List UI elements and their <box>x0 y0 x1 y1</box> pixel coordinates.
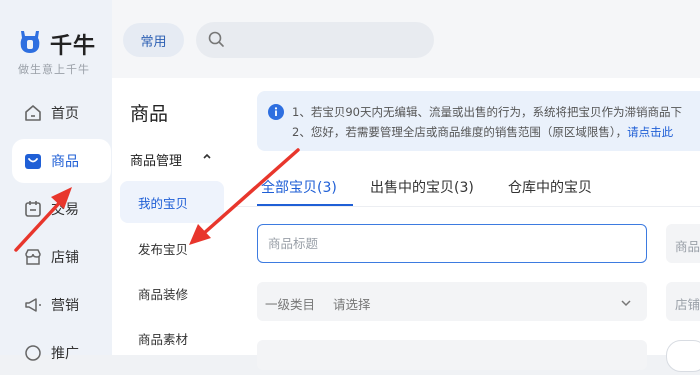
chevron-down-icon <box>621 300 631 307</box>
menu-group-goods-management[interactable]: 商品管理 <box>130 150 182 169</box>
shop-filter-field[interactable]: 店铺 <box>666 282 700 321</box>
tab-on-sale[interactable]: 出售中的宝贝(3) <box>370 177 474 197</box>
nav-item-label: 营销 <box>51 298 79 314</box>
filter-field[interactable] <box>257 340 647 370</box>
notice-line-2-text: 2、您好，若需要管理全店或商品维度的销售范围（原区域限售）， <box>292 125 628 139</box>
nav-item-home[interactable]: 首页 <box>12 91 111 135</box>
notice-line-2: 2、您好，若需要管理全店或商品维度的销售范围（原区域限售），请点击此 <box>292 124 673 140</box>
shop-icon <box>25 249 41 265</box>
submenu-label: 发布宝贝 <box>138 241 189 257</box>
submenu-my-items[interactable]: 我的宝贝 <box>120 181 224 223</box>
brand-name: 千牛 <box>50 34 97 59</box>
tab-in-warehouse[interactable]: 仓库中的宝贝 <box>508 177 592 197</box>
goods-icon <box>25 154 41 169</box>
notice-banner <box>257 91 700 151</box>
nav-item-label: 商品 <box>51 154 79 170</box>
shop-filter-label: 店铺 <box>675 297 700 312</box>
tab-all-items[interactable]: 全部宝贝(3) <box>261 177 337 197</box>
nav-item-label: 店铺 <box>51 250 79 266</box>
nav-item-label: 推广 <box>51 346 79 362</box>
submenu-item-materials[interactable]: 商品素材 <box>120 317 224 359</box>
category-value: 请选择 <box>333 297 371 312</box>
category-label: 一级类目 <box>265 297 316 312</box>
notice-link[interactable]: 请点击此 <box>627 125 673 139</box>
active-tab-indicator <box>257 204 353 206</box>
info-icon <box>268 104 284 120</box>
nav-item-goods[interactable]: 商品 <box>12 139 111 183</box>
promotion-icon <box>25 345 41 361</box>
notice-line-1: 1、若宝贝90天内无编辑、流量或出售的行为，系统将把宝贝作为滞销商品下 <box>292 105 682 119</box>
home-icon <box>25 105 41 121</box>
section-title: 商品 <box>130 103 169 125</box>
marketing-icon <box>25 298 41 312</box>
nav-item-label: 首页 <box>51 106 79 122</box>
common-button[interactable]: 常用 <box>123 23 184 57</box>
chevron-up-icon[interactable] <box>201 150 213 162</box>
nav-item-trade[interactable]: 交易 <box>12 187 111 231</box>
submenu-publish-item[interactable]: 发布宝贝 <box>120 227 224 269</box>
category-select[interactable] <box>257 282 647 321</box>
search-input[interactable] <box>196 22 434 58</box>
nav-item-shop[interactable]: 店铺 <box>12 235 111 279</box>
qianniu-logo-icon <box>20 31 40 53</box>
brand-slogan: 做生意上千牛 <box>18 63 90 76</box>
submenu-label: 商品素材 <box>138 331 189 347</box>
tab-divider <box>233 206 700 207</box>
search-icon <box>208 31 224 47</box>
submenu-label: 我的宝贝 <box>138 195 189 211</box>
item-title-input[interactable] <box>257 224 647 263</box>
item-filter-label: 商品 <box>675 239 700 254</box>
trade-icon <box>25 201 41 217</box>
nav-item-promotion[interactable]: 推广 <box>12 331 111 375</box>
submenu-item-decoration[interactable]: 商品装修 <box>120 272 224 314</box>
nav-item-marketing[interactable]: 营销 <box>12 283 111 327</box>
filter-button[interactable] <box>666 340 700 372</box>
submenu-label: 商品装修 <box>138 286 189 302</box>
item-filter-field[interactable]: 商品 <box>666 224 700 263</box>
nav-item-label: 交易 <box>51 202 79 218</box>
